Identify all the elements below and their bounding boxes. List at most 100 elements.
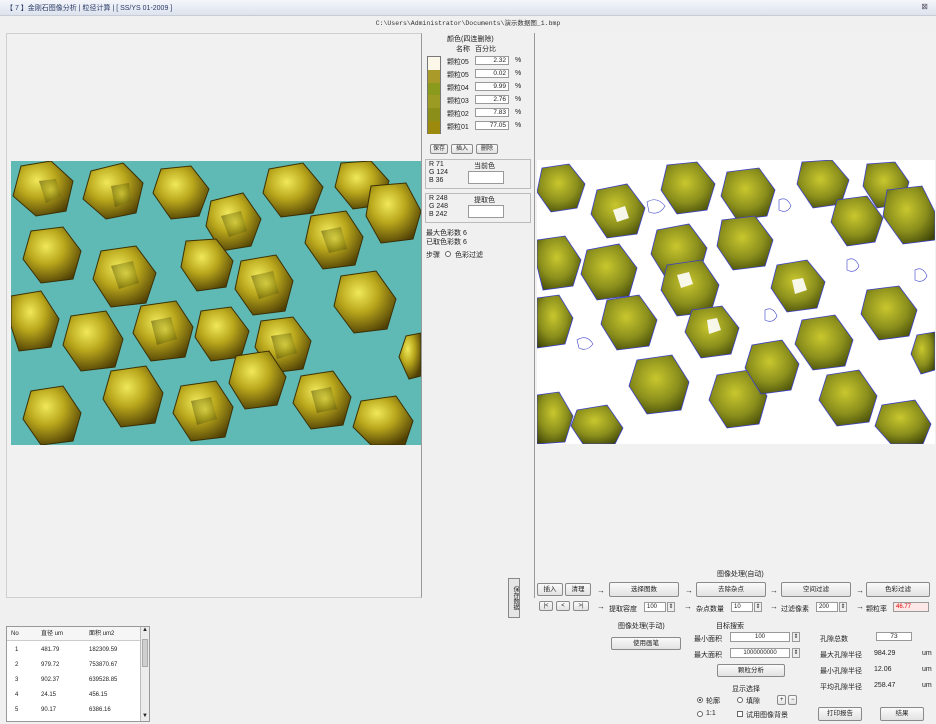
table-header: No 直径 um 面积 um2 (7, 627, 141, 641)
header-area: 面积 um2 (89, 631, 115, 637)
arrow-icon: → (856, 586, 864, 595)
cell-area: 6386.16 (89, 707, 111, 713)
color-col-percent: 百分比 (475, 46, 496, 53)
bg-checkbox[interactable] (737, 711, 743, 717)
avg-radius-value: 258.47 (874, 682, 896, 689)
print-report-button[interactable]: 打印报告 (818, 707, 862, 721)
table-row[interactable]: 1 481.79 182309.59 (7, 643, 141, 657)
particle-analysis-button[interactable]: 颗粒分析 (717, 664, 785, 677)
header-no: No (11, 631, 19, 637)
arrow-icon: → (770, 602, 778, 611)
color-item-value[interactable]: 9.99 (475, 82, 509, 91)
save-data-tab[interactable]: 保存数据 (508, 578, 520, 618)
table-row[interactable]: 3 902.37 639528.85 (7, 673, 141, 687)
filter-pixel-label: 过滤像素 (781, 606, 809, 613)
rgb-pick-group: R 248 G 248 B 242 提取色 (425, 193, 531, 223)
color-item-name: 颗粒01 (447, 124, 469, 131)
target-search-heading: 目标搜索 (716, 623, 744, 630)
processed-image-pane (534, 33, 936, 598)
zoom-in-button[interactable]: + (777, 695, 786, 705)
threshold-spinner[interactable]: ⇕ (667, 602, 675, 612)
first-button[interactable]: |< (539, 601, 553, 611)
scale-radio[interactable] (697, 711, 703, 717)
close-icon[interactable]: ⊠ (921, 2, 928, 11)
header-diameter: 直径 um (41, 631, 64, 637)
original-image[interactable] (11, 161, 421, 445)
prev-button[interactable]: < (556, 601, 570, 611)
rgb-pick-label: 提取色 (474, 197, 495, 204)
rgb-current-g: G 124 (429, 169, 449, 176)
color-delete-button[interactable]: 删除 (476, 144, 498, 154)
color-item-value[interactable]: 2.32 (475, 56, 509, 65)
noise-spinner[interactable]: ⇕ (754, 602, 762, 612)
auto-clear-button[interactable]: 清理 (565, 583, 591, 596)
cell-diameter: 90.17 (41, 707, 57, 713)
step-radio[interactable] (445, 251, 451, 257)
used-color-count: 已取色彩数 6 (426, 239, 467, 246)
max-radius-label: 最大孔隙半径 (820, 652, 862, 659)
color-item-name: 颗粒05 (447, 72, 469, 79)
arrow-icon: → (770, 586, 778, 595)
arrow-icon: → (597, 586, 605, 595)
max-area-spinner[interactable]: ⇕ (792, 648, 800, 658)
title-bar: 【 7 】金刚石图像分析 | 粒径计算 | [ SS/YS 01-2009 ] … (0, 0, 936, 16)
avg-radius-unit: um (922, 682, 932, 689)
cell-area: 753870.67 (89, 662, 118, 668)
color-item-value[interactable]: 7.83 (475, 108, 509, 117)
filter-pixel-spinner[interactable]: ⇕ (839, 602, 847, 612)
rgb-current-b: B 36 (429, 177, 444, 184)
table-row[interactable]: 5 90.17 6386.16 (7, 703, 141, 717)
max-area-input[interactable]: 1000000000 (730, 648, 790, 658)
cell-diameter: 24.15 (41, 692, 57, 698)
processed-image[interactable] (537, 160, 935, 444)
color-item-value[interactable]: 2.76 (475, 95, 509, 104)
auto-insert-button[interactable]: 插入 (537, 583, 563, 596)
color-panel: 颜色(四连删除) 名称 百分比 颗粒05 2.32% 颗粒05 0.02% 颗粒04 9.… (423, 33, 533, 273)
step-label: 步骤 (426, 252, 440, 259)
cell-no: 1 (15, 647, 19, 653)
file-path: C:\Users\Administrator\Documents\演示数据图_1… (375, 20, 561, 27)
color-filter-button[interactable]: 色彩过滤 (866, 582, 930, 597)
space-filter-button[interactable]: 空间过滤 (781, 582, 851, 597)
color-item-name: 颗粒02 (447, 111, 469, 118)
use-brush-button[interactable]: 使用画笔 (611, 637, 681, 650)
rgb-current-label: 当前色 (474, 163, 495, 170)
hole-count-label: 孔隙总数 (820, 636, 848, 643)
remove-noise-button[interactable]: 去除杂点 (696, 582, 766, 597)
color-item-name: 颗粒04 (447, 85, 469, 92)
color-item-value[interactable]: 0.02 (475, 69, 509, 78)
original-image-pane (6, 33, 422, 598)
fill-label: 填隙 (746, 698, 760, 705)
noise-input[interactable]: 10 (731, 602, 753, 612)
color-panel-heading: 颜色(四连删除) (447, 36, 494, 43)
color-swatch (428, 82, 440, 96)
processed-image-svg (537, 160, 935, 444)
rgb-pick-r: R 248 (429, 195, 448, 202)
last-button[interactable]: >| (573, 601, 589, 611)
step-option: 色彩过滤 (455, 252, 483, 259)
min-area-spinner[interactable]: ⇕ (792, 632, 800, 642)
filter-pixel-input[interactable]: 200 (816, 602, 838, 612)
fill-radio[interactable] (737, 697, 743, 703)
cell-no: 3 (15, 677, 19, 683)
min-area-input[interactable]: 100 (730, 632, 790, 642)
rgb-pick-g: G 248 (429, 203, 449, 210)
outline-radio[interactable] (697, 697, 703, 703)
threshold-input[interactable]: 100 (644, 602, 666, 612)
scale-label: 1:1 (706, 710, 716, 717)
table-scrollbar[interactable]: ▲ ▼ (140, 627, 149, 721)
color-insert-button[interactable]: 插入 (451, 144, 473, 154)
color-item-value[interactable]: 77.05 (475, 121, 509, 130)
max-area-label: 最大面积 (694, 652, 722, 659)
color-save-button[interactable]: 保存 (430, 144, 448, 154)
select-image-button[interactable]: 选择图数 (609, 582, 679, 597)
result-button[interactable]: 结果 (880, 707, 924, 721)
color-swatch (428, 95, 440, 109)
window-title: 【 7 】金刚石图像分析 | 粒径计算 | [ SS/YS 01-2009 ] (6, 5, 173, 12)
threshold-label: 提取容度 (609, 606, 637, 613)
arrow-icon: → (856, 602, 864, 611)
table-row[interactable]: 2 979.72 753870.67 (7, 658, 141, 672)
table-row[interactable]: 4 24.15 456.15 (7, 688, 141, 702)
zoom-out-button[interactable]: − (788, 695, 797, 705)
original-image-svg (11, 161, 421, 445)
